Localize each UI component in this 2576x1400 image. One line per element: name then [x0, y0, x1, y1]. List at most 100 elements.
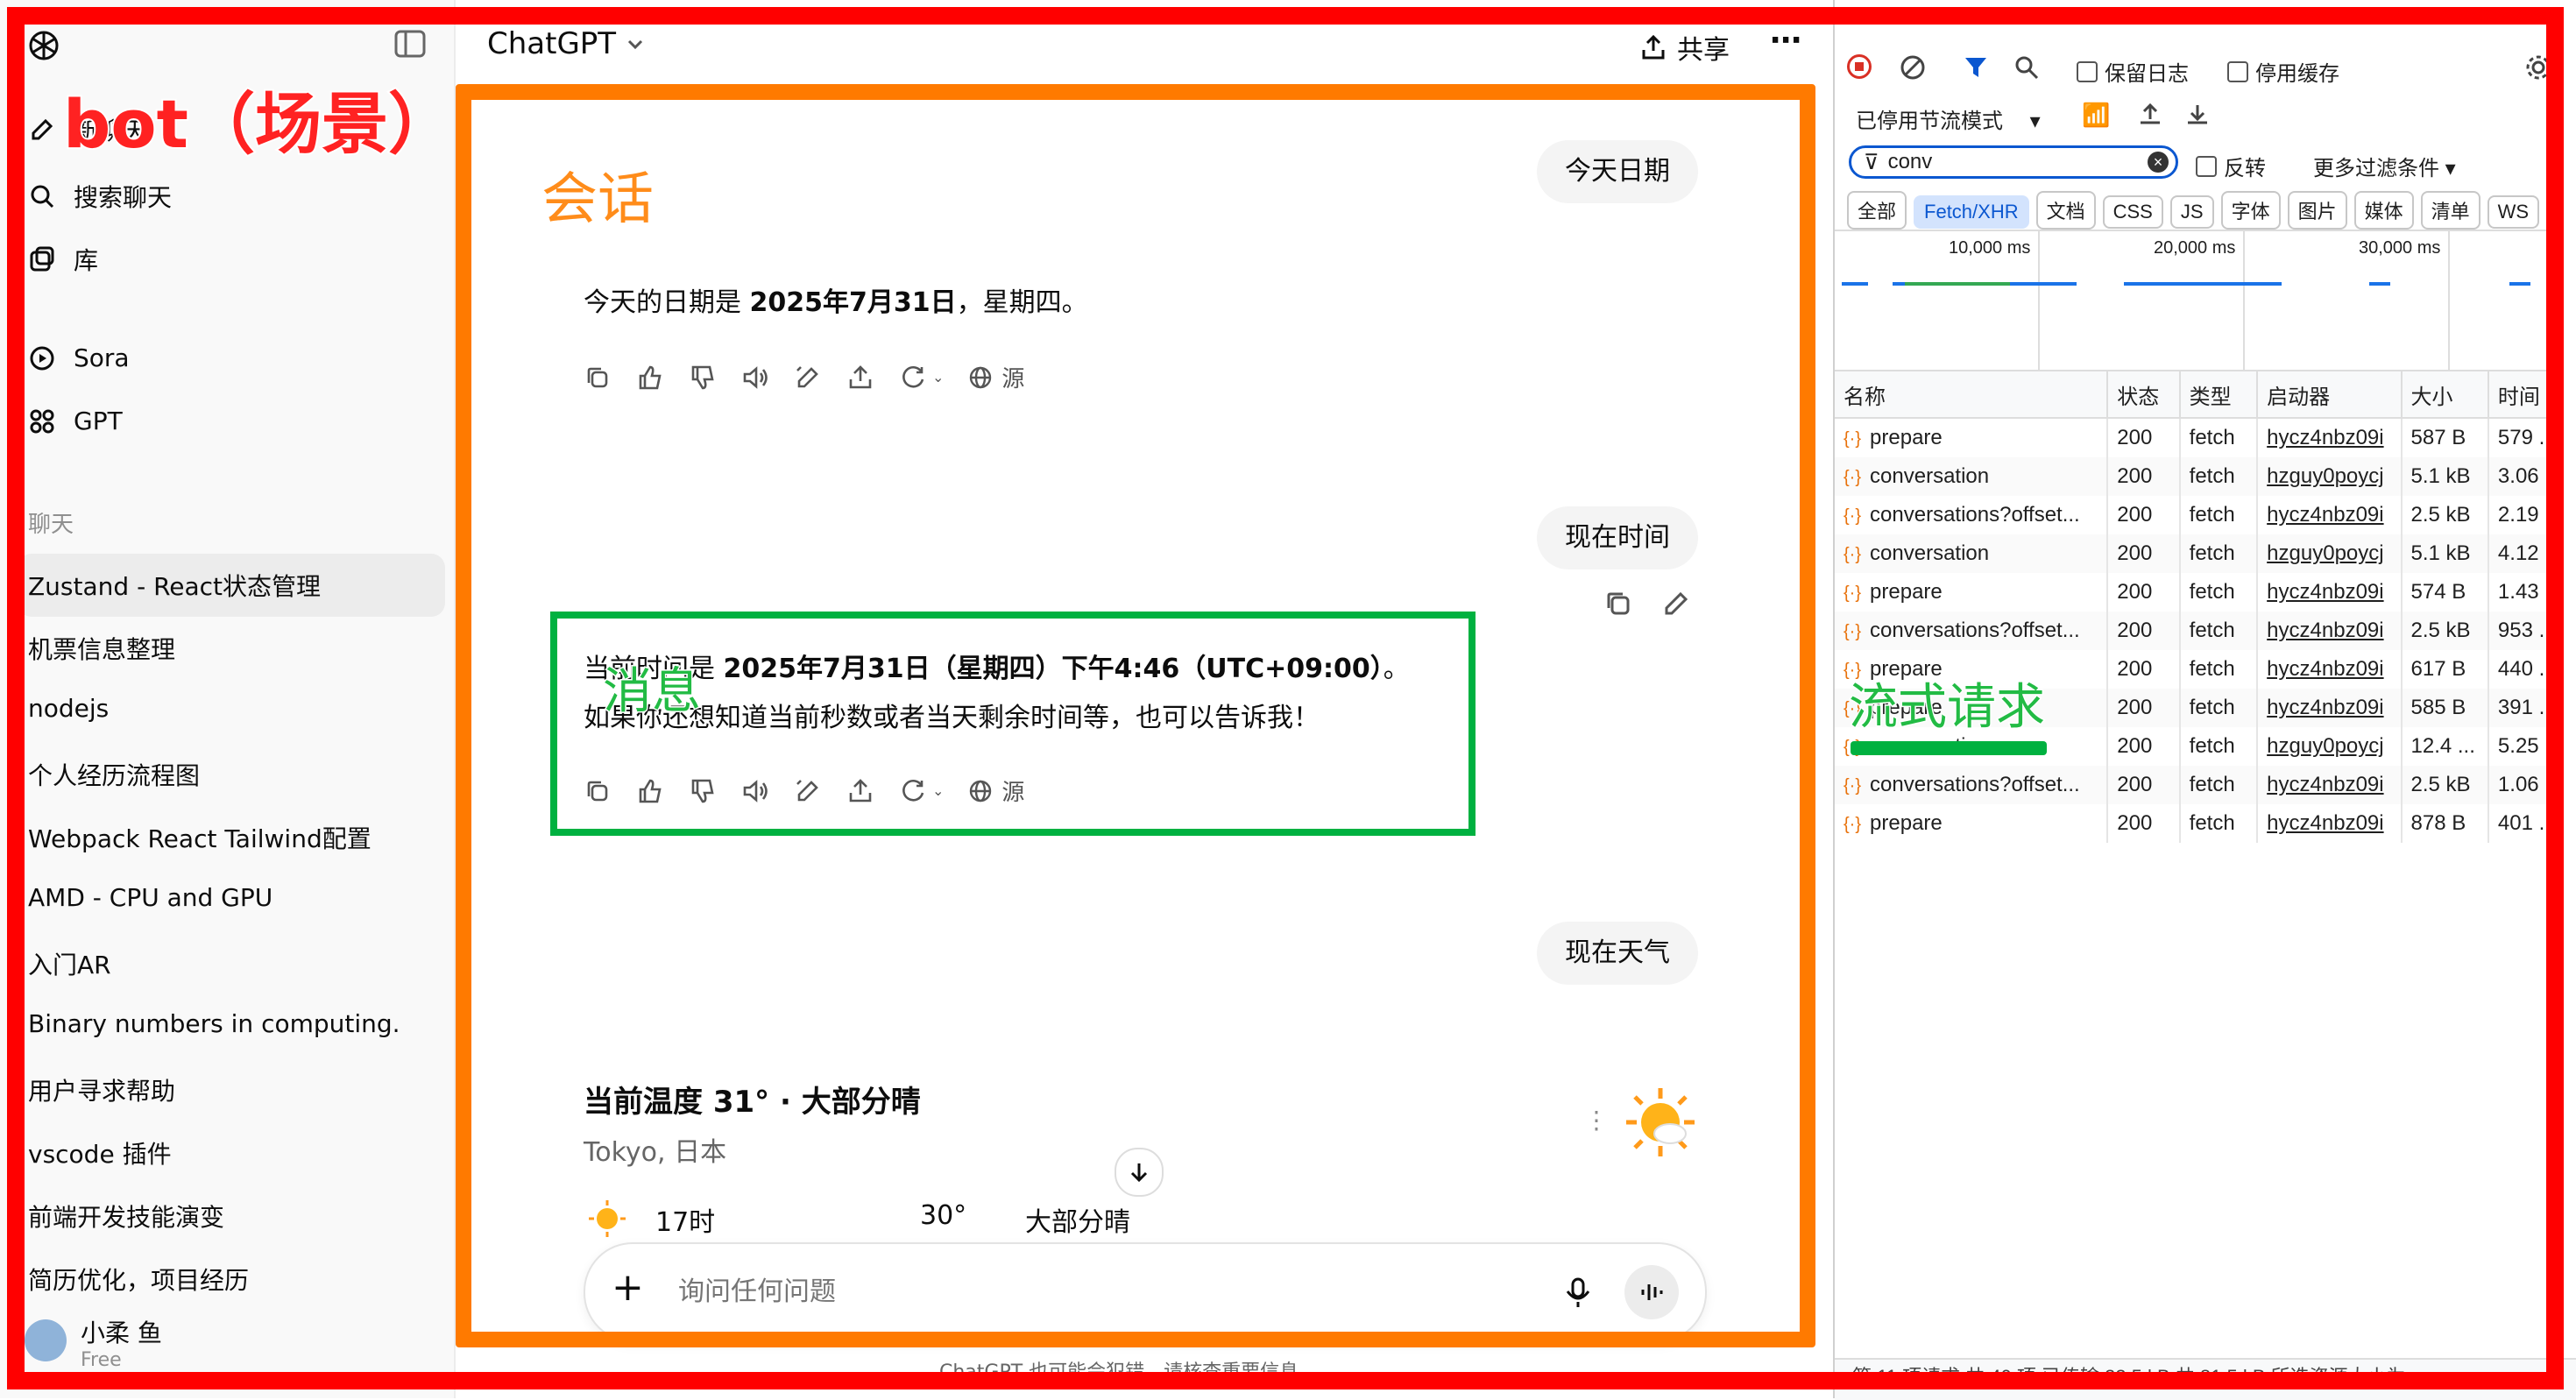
sidebar-chat-item[interactable]: Webpack React Tailwind配置 — [28, 820, 372, 855]
sidebar-chat-item[interactable]: vscode 插件 — [28, 1135, 172, 1170]
chevron-down-icon[interactable]: ⌄ — [932, 369, 944, 385]
read-aloud-icon[interactable] — [741, 777, 769, 805]
filter-icon[interactable] — [1963, 54, 1989, 81]
more-options-icon[interactable]: ⋯ — [1770, 23, 1801, 59]
filter-chip[interactable]: 字体 — [2220, 191, 2281, 230]
regenerate-icon[interactable] — [899, 364, 927, 392]
sidebar-chat-item[interactable]: Zustand - React状态管理 — [28, 568, 321, 603]
filter-chip[interactable]: 清单 — [2420, 191, 2480, 230]
sidebar-chat-item[interactable]: 入门AR — [28, 946, 111, 981]
table-row[interactable]: {·} prepare 200 fetch hycz4nbz09i 587 B 579 . — [1835, 418, 2554, 457]
sidebar-chat-item[interactable]: 简历优化，项目经历 — [28, 1262, 249, 1297]
request-initiator-cell[interactable]: hzguy0poycj — [2257, 727, 2403, 766]
request-initiator-cell[interactable]: hycz4nbz09i — [2257, 650, 2403, 689]
table-row[interactable]: {·} conversation 200 fetch hzguy0poycj 5.1 kB… — [1835, 457, 2554, 496]
share-message-icon[interactable] — [846, 777, 874, 805]
column-header[interactable]: 时间 — [2488, 371, 2554, 419]
weather-more-icon[interactable]: ⋮ — [1584, 1106, 1609, 1135]
filter-chip[interactable]: 媒体 — [2353, 191, 2414, 230]
copy-icon[interactable] — [584, 777, 612, 805]
more-filters-dropdown[interactable]: 更多过滤条件 ▾ — [2313, 151, 2456, 181]
filter-chip[interactable]: 文档 — [2035, 191, 2096, 230]
sidebar-chat-item[interactable]: Binary numbers in computing. — [28, 1009, 400, 1038]
export-har-icon[interactable] — [2185, 102, 2210, 126]
request-initiator-cell[interactable]: hycz4nbz09i — [2257, 496, 2403, 534]
scroll-down-button[interactable] — [1115, 1148, 1164, 1197]
avatar[interactable] — [25, 1319, 67, 1361]
request-initiator-cell[interactable]: hzguy0poycj — [2257, 534, 2403, 573]
sidebar-chat-item[interactable]: 机票信息整理 — [28, 631, 175, 666]
table-row[interactable]: {·} conversation 200 fetch hzguy0poycj 5.1 kB… — [1835, 534, 2554, 573]
chevron-down-icon[interactable]: ⌄ — [932, 782, 944, 799]
table-row[interactable]: {·} prepare 200 fetch hycz4nbz09i 585 B 391 . — [1835, 689, 2554, 727]
thumbs-up-icon[interactable] — [636, 364, 664, 392]
filter-chip[interactable]: Fetch/XHR — [1914, 195, 2029, 229]
copy-icon[interactable] — [584, 364, 612, 392]
sidebar-chat-item[interactable]: 用户寻求帮助 — [28, 1072, 175, 1107]
thumbs-up-icon[interactable] — [636, 777, 664, 805]
table-row[interactable]: {·} prepare 200 fetch hycz4nbz09i 617 B 440 . — [1835, 650, 2554, 689]
voice-mode-button[interactable] — [1624, 1265, 1679, 1319]
table-row[interactable]: {·} conversations?offset... 200 fetch hycz4n… — [1835, 766, 2554, 804]
column-header[interactable]: 类型 — [2179, 371, 2259, 419]
network-conditions-icon[interactable]: 📶 — [2082, 102, 2110, 129]
add-attachment-icon[interactable]: + — [612, 1269, 644, 1307]
copy-icon[interactable] — [1603, 589, 1633, 619]
disable-cache-checkbox[interactable]: 停用缓存 — [2227, 56, 2339, 87]
filter-chip[interactable]: WS — [2487, 195, 2540, 229]
sidebar-chat-item[interactable]: 前端开发技能演变 — [28, 1198, 224, 1234]
filter-chip[interactable]: CSS — [2102, 195, 2163, 229]
preserve-log-checkbox[interactable]: 保留日志 — [2077, 56, 2189, 87]
table-row[interactable]: {·} conversations?offset... 200 fetch hycz4n… — [1835, 612, 2554, 650]
filter-input[interactable]: ⊽ conv × — [1849, 145, 2178, 179]
edit-icon[interactable] — [1661, 589, 1691, 619]
search-icon[interactable] — [2013, 54, 2040, 81]
request-initiator-cell[interactable]: hycz4nbz09i — [2257, 689, 2403, 727]
sidebar-item-gpt[interactable]: GPT — [28, 407, 123, 435]
sidebar-item-library[interactable]: 库 — [28, 242, 98, 277]
sidebar-item-sora[interactable]: Sora — [28, 343, 130, 372]
table-row[interactable]: {·} prepare 200 fetch hycz4nbz09i 574 B 1.43 . — [1835, 573, 2554, 612]
sources-button[interactable]: 源 — [968, 361, 1024, 393]
request-initiator-cell[interactable]: hycz4nbz09i — [2257, 418, 2403, 457]
microphone-icon[interactable] — [1565, 1277, 1591, 1309]
share-message-icon[interactable] — [846, 364, 874, 392]
request-initiator-cell[interactable]: hycz4nbz09i — [2257, 612, 2403, 650]
thumbs-down-icon[interactable] — [689, 777, 717, 805]
column-header[interactable]: 大小 — [2401, 371, 2489, 419]
clear-icon[interactable] — [1900, 54, 1926, 81]
sidebar-chat-item[interactable]: AMD - CPU and GPU — [28, 883, 272, 912]
openai-logo-icon[interactable] — [26, 28, 61, 63]
sidebar-chat-item[interactable]: nodejs — [28, 694, 109, 723]
edit-in-canvas-icon[interactable] — [794, 364, 822, 392]
table-row[interactable]: {·} conversations?offset... 200 fetch hycz4n… — [1835, 496, 2554, 534]
throttle-select[interactable]: 已停用节流模式 ▾ — [1856, 103, 2041, 134]
import-har-icon[interactable] — [2138, 102, 2162, 126]
sidebar-item-new-chat[interactable]: 新聊天 — [28, 112, 147, 147]
sidebar-toggle-icon[interactable] — [394, 30, 426, 58]
request-initiator-cell[interactable]: hycz4nbz09i — [2257, 573, 2403, 612]
read-aloud-icon[interactable] — [741, 364, 769, 392]
sidebar-item-search[interactable]: 搜索聊天 — [28, 179, 172, 214]
model-selector[interactable]: ChatGPT — [487, 26, 646, 61]
user-name[interactable]: 小柔 鱼 — [81, 1314, 162, 1349]
request-initiator-cell[interactable]: hycz4nbz09i — [2257, 766, 2403, 804]
filter-chip[interactable]: 图片 — [2287, 191, 2347, 230]
table-row[interactable]: {·} prepare 200 fetch hycz4nbz09i 878 B 401 . — [1835, 804, 2554, 843]
share-button[interactable]: 共享 — [1640, 28, 1730, 67]
request-initiator-cell[interactable]: hzguy0poycj — [2257, 457, 2403, 496]
request-initiator-cell[interactable]: hycz4nbz09i — [2257, 804, 2403, 843]
sources-button[interactable]: 源 — [968, 774, 1024, 807]
edit-in-canvas-icon[interactable] — [794, 777, 822, 805]
column-header[interactable]: 名称 — [1835, 371, 2109, 419]
column-header[interactable]: 状态 — [2107, 371, 2181, 419]
sidebar-chat-item[interactable]: 个人经历流程图 — [28, 757, 200, 792]
record-stop-icon[interactable] — [1847, 54, 1872, 79]
filter-chip[interactable]: 全部 — [1847, 191, 1907, 230]
column-header[interactable]: 启动器 — [2257, 371, 2403, 419]
filter-chip[interactable]: JS — [2169, 195, 2214, 229]
thumbs-down-icon[interactable] — [689, 364, 717, 392]
prompt-input[interactable] — [676, 1269, 1468, 1314]
settings-gear-icon[interactable] — [2525, 54, 2551, 81]
clear-filter-icon[interactable]: × — [2148, 152, 2169, 173]
